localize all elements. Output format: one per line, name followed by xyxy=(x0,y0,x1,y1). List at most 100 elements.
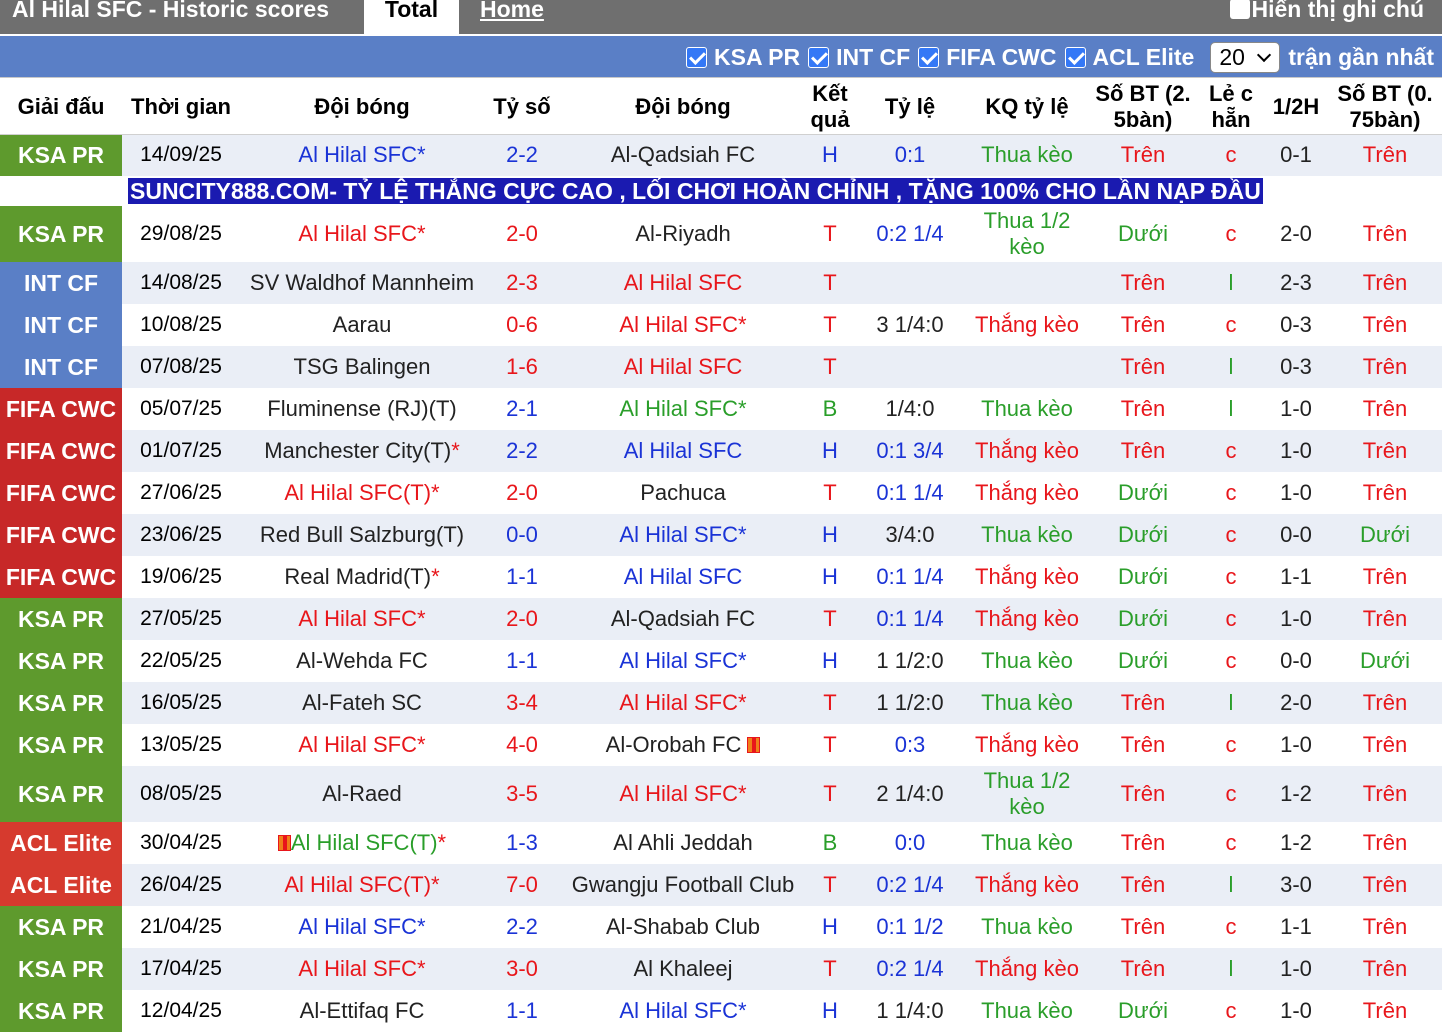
home-team[interactable]: Al Hilal SFC(T)* xyxy=(240,472,484,514)
home-team[interactable]: Red Bull Salzburg(T) xyxy=(240,514,484,556)
home-team[interactable]: Al Hilal SFC* xyxy=(240,906,484,948)
match-score[interactable]: 0-6 xyxy=(484,304,560,346)
competition-badge[interactable]: FIFA CWC xyxy=(0,388,122,430)
match-count-select[interactable]: 20 xyxy=(1210,41,1281,73)
competition-badge[interactable]: FIFA CWC xyxy=(0,556,122,598)
competition-badge[interactable]: FIFA CWC xyxy=(0,430,122,472)
home-team[interactable]: Al Hilal SFC(T)* xyxy=(240,864,484,906)
competition-badge[interactable]: ACL Elite xyxy=(0,822,122,864)
table-row[interactable]: INT CF 14/08/25 SV Waldhof Mannheim 2-3 Al H… xyxy=(0,262,1442,304)
away-team[interactable]: Al-Orobah FC xyxy=(560,724,806,766)
competition-badge[interactable]: INT CF xyxy=(0,262,122,304)
match-score[interactable]: 3-0 xyxy=(484,948,560,990)
match-score[interactable]: 1-1 xyxy=(484,556,560,598)
competition-badge[interactable]: KSA PR xyxy=(0,206,122,262)
home-team[interactable]: Manchester City(T)* xyxy=(240,430,484,472)
table-row[interactable]: KSA PR 14/09/25 Al Hilal SFC* 2-2 Al-Qadsiah… xyxy=(0,134,1442,176)
competition-badge[interactable]: KSA PR xyxy=(0,598,122,640)
away-team[interactable]: Pachuca xyxy=(560,472,806,514)
match-score[interactable]: 1-3 xyxy=(484,822,560,864)
match-score[interactable]: 2-3 xyxy=(484,262,560,304)
competition-badge[interactable]: KSA PR xyxy=(0,134,122,176)
match-score[interactable]: 3-5 xyxy=(484,766,560,822)
home-team[interactable]: Al Hilal SFC* xyxy=(240,206,484,262)
ad-banner-link[interactable]: SUNCITY888.COM- TỶ LỆ THẮNG CỰC CAO , LỐ… xyxy=(128,178,1263,204)
match-score[interactable]: 2-0 xyxy=(484,206,560,262)
match-score[interactable]: 2-1 xyxy=(484,388,560,430)
away-team[interactable]: Gwangju Football Club xyxy=(560,864,806,906)
table-row[interactable]: FIFA CWC 01/07/25 Manchester City(T)* 2-2 Al… xyxy=(0,430,1442,472)
away-team[interactable]: Al-Qadsiah FC xyxy=(560,598,806,640)
home-team[interactable]: Al-Wehda FC xyxy=(240,640,484,682)
competition-badge[interactable]: KSA PR xyxy=(0,640,122,682)
competition-badge[interactable]: KSA PR xyxy=(0,948,122,990)
table-row[interactable]: KSA PR 12/04/25 Al-Ettifaq FC 1-1 Al Hilal S… xyxy=(0,990,1442,1032)
match-score[interactable]: 1-1 xyxy=(484,640,560,682)
away-team[interactable]: Al Ahli Jeddah xyxy=(560,822,806,864)
table-row[interactable]: FIFA CWC 27/06/25 Al Hilal SFC(T)* 2-0 Pachu… xyxy=(0,472,1442,514)
filter-int-cf[interactable]: INT CF xyxy=(808,44,910,71)
away-team[interactable]: Al Hilal SFC* xyxy=(560,304,806,346)
show-notes-checkbox[interactable] xyxy=(1229,0,1250,19)
away-team[interactable]: Al-Riyadh xyxy=(560,206,806,262)
match-score[interactable]: 1-6 xyxy=(484,346,560,388)
show-notes-toggle[interactable]: Hiển thị ghi chú xyxy=(1229,0,1424,23)
competition-badge[interactable]: FIFA CWC xyxy=(0,514,122,556)
table-row[interactable]: KSA PR 16/05/25 Al-Fateh SC 3-4 Al Hilal SFC… xyxy=(0,682,1442,724)
table-row[interactable]: FIFA CWC 19/06/25 Real Madrid(T)* 1-1 Al Hil… xyxy=(0,556,1442,598)
table-row[interactable]: KSA PR 27/05/25 Al Hilal SFC* 2-0 Al-Qadsiah… xyxy=(0,598,1442,640)
match-score[interactable]: 7-0 xyxy=(484,864,560,906)
match-score[interactable]: 2-0 xyxy=(484,472,560,514)
table-row[interactable]: INT CF 07/08/25 TSG Balingen 1-6 Al Hilal SF… xyxy=(0,346,1442,388)
competition-badge[interactable]: ACL Elite xyxy=(0,864,122,906)
away-team[interactable]: Al Hilal SFC* xyxy=(560,640,806,682)
table-row[interactable]: KSA PR 08/05/25 Al-Raed 3-5 Al Hilal SFC* T 2 … xyxy=(0,766,1442,822)
match-score[interactable]: 2-2 xyxy=(484,430,560,472)
table-row[interactable]: ACL Elite 26/04/25 Al Hilal SFC(T)* 7-0 Gwan… xyxy=(0,864,1442,906)
away-team[interactable]: Al Hilal SFC* xyxy=(560,766,806,822)
home-team[interactable]: Real Madrid(T)* xyxy=(240,556,484,598)
match-score[interactable]: 3-4 xyxy=(484,682,560,724)
checkbox-checked-icon[interactable] xyxy=(918,46,940,68)
competition-badge[interactable]: KSA PR xyxy=(0,906,122,948)
table-row[interactable]: KSA PR 17/04/25 Al Hilal SFC* 3-0 Al Khaleej… xyxy=(0,948,1442,990)
home-team[interactable]: Al Hilal SFC* xyxy=(240,724,484,766)
match-score[interactable]: 1-1 xyxy=(484,990,560,1032)
competition-badge[interactable]: INT CF xyxy=(0,346,122,388)
tab-total[interactable]: Total xyxy=(364,0,459,34)
home-team[interactable]: Aarau xyxy=(240,304,484,346)
checkbox-checked-icon[interactable] xyxy=(686,46,708,68)
home-team[interactable]: Al-Raed xyxy=(240,766,484,822)
home-team[interactable]: Al Hilal SFC* xyxy=(240,598,484,640)
home-team[interactable]: Al Hilal SFC* xyxy=(240,948,484,990)
match-score[interactable]: 0-0 xyxy=(484,514,560,556)
away-team[interactable]: Al Hilal SFC* xyxy=(560,514,806,556)
competition-badge[interactable]: INT CF xyxy=(0,304,122,346)
table-row[interactable]: FIFA CWC 23/06/25 Red Bull Salzburg(T) 0-0 A… xyxy=(0,514,1442,556)
home-team[interactable]: TSG Balingen xyxy=(240,346,484,388)
away-team[interactable]: Al Hilal SFC xyxy=(560,430,806,472)
checkbox-checked-icon[interactable] xyxy=(1064,46,1086,68)
filter-fifa-cwc[interactable]: FIFA CWC xyxy=(918,44,1057,71)
table-row[interactable]: KSA PR 21/04/25 Al Hilal SFC* 2-2 Al-Shabab … xyxy=(0,906,1442,948)
competition-badge[interactable]: FIFA CWC xyxy=(0,472,122,514)
home-team[interactable]: SV Waldhof Mannheim xyxy=(240,262,484,304)
tab-home[interactable]: Home xyxy=(480,0,544,23)
home-team[interactable]: Fluminense (RJ)(T) xyxy=(240,388,484,430)
away-team[interactable]: Al Hilal SFC xyxy=(560,346,806,388)
home-team[interactable]: Al-Ettifaq FC xyxy=(240,990,484,1032)
table-row[interactable]: ACL Elite 30/04/25 Al Hilal SFC(T)* 1-3 Al A… xyxy=(0,822,1442,864)
match-score[interactable]: 2-2 xyxy=(484,906,560,948)
home-team[interactable]: Al Hilal SFC* xyxy=(240,134,484,176)
table-row[interactable]: FIFA CWC 05/07/25 Fluminense (RJ)(T) 2-1 Al … xyxy=(0,388,1442,430)
away-team[interactable]: Al Hilal SFC xyxy=(560,262,806,304)
home-team[interactable]: Al Hilal SFC(T)* xyxy=(240,822,484,864)
table-row[interactable]: KSA PR 13/05/25 Al Hilal SFC* 4-0 Al-Orobah … xyxy=(0,724,1442,766)
away-team[interactable]: Al Hilal SFC xyxy=(560,556,806,598)
match-score[interactable]: 4-0 xyxy=(484,724,560,766)
ad-banner-row[interactable]: SUNCITY888.COM- TỶ LỆ THẮNG CỰC CAO , LỐ… xyxy=(0,176,1442,206)
competition-badge[interactable]: KSA PR xyxy=(0,990,122,1032)
match-score[interactable]: 2-0 xyxy=(484,598,560,640)
competition-badge[interactable]: KSA PR xyxy=(0,682,122,724)
away-team[interactable]: Al Hilal SFC* xyxy=(560,990,806,1032)
